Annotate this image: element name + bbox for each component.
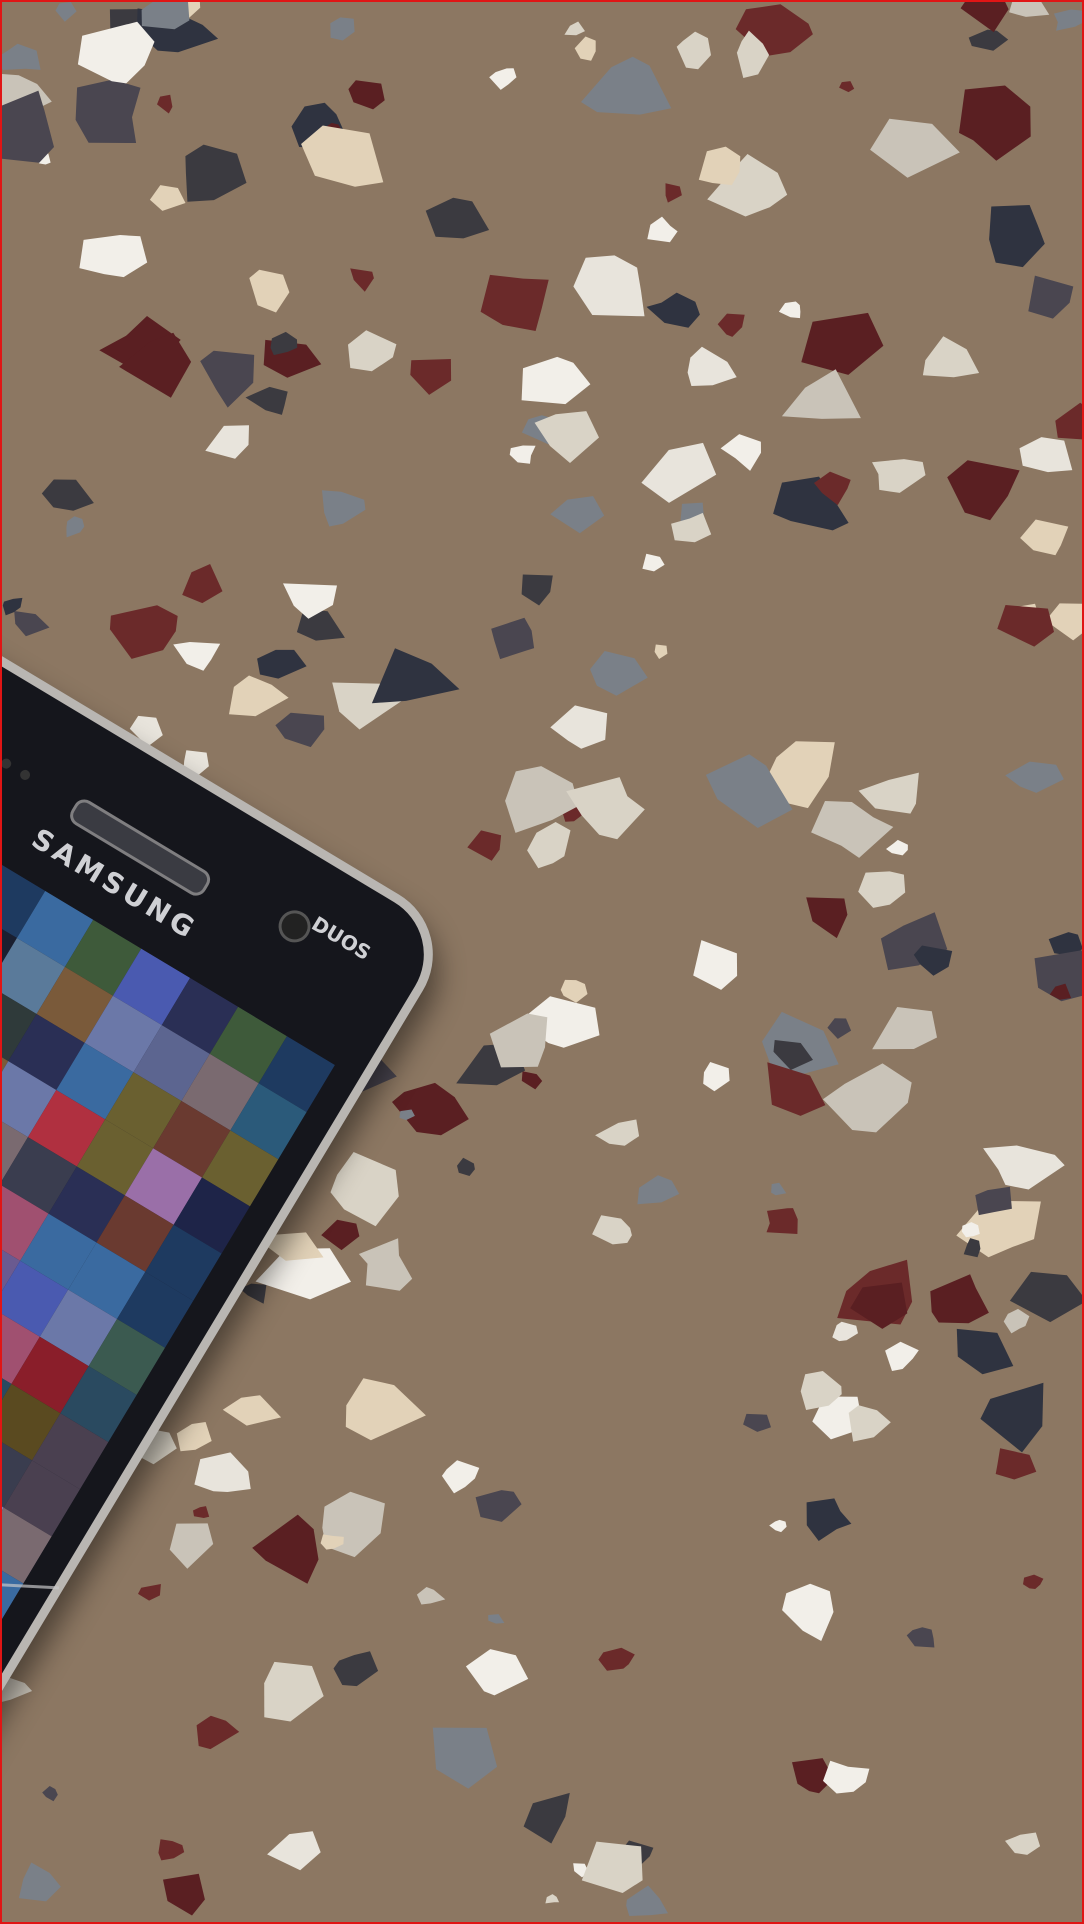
terrazzo-chip — [766, 1208, 798, 1234]
terrazzo-chip — [75, 79, 141, 143]
duos-badge: DUOS — [307, 911, 376, 965]
front-camera-icon — [272, 904, 317, 949]
photo-frame: DUOS SAMSUNG ↶ — [0, 0, 1084, 1924]
proximity-sensor — [2, 756, 14, 771]
light-sensor — [18, 768, 32, 782]
